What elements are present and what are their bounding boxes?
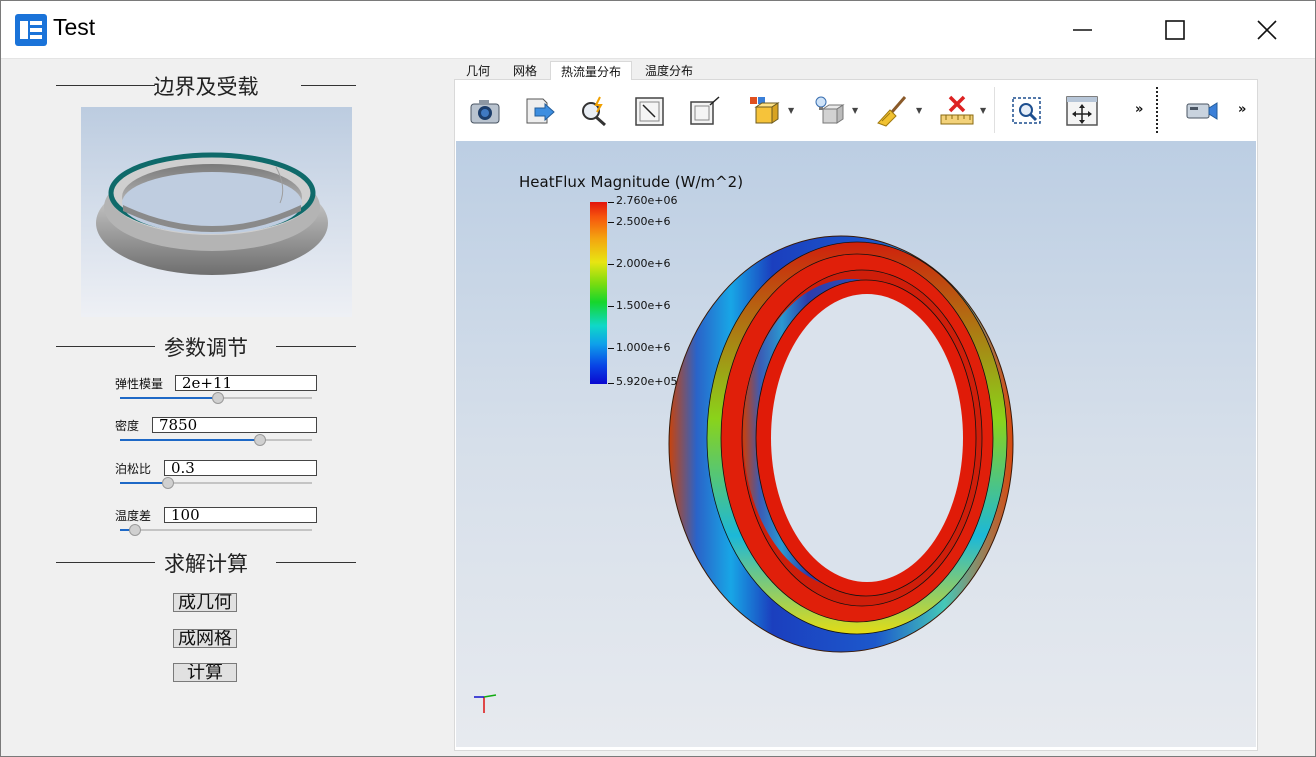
- tab-mesh[interactable]: 网格: [502, 61, 548, 80]
- color-blocks-icon[interactable]: [748, 95, 782, 127]
- slider-thumb[interactable]: [212, 392, 224, 404]
- poisson-ratio-input[interactable]: 0.3: [164, 460, 317, 476]
- zoom-out-icon[interactable]: [688, 95, 722, 127]
- generate-geometry-button[interactable]: 成几何: [173, 593, 237, 612]
- compute-button[interactable]: 计算: [173, 663, 237, 682]
- params-section-title: 参数调节: [164, 336, 248, 360]
- chevron-down-icon[interactable]: ▼: [788, 106, 794, 115]
- tab-temperature[interactable]: 温度分布: [636, 61, 702, 80]
- elastic-modulus-label: 弹性模量: [115, 377, 164, 391]
- slider-track: [120, 529, 312, 531]
- slider-thumb[interactable]: [162, 477, 174, 489]
- geometry-preview: [81, 107, 352, 317]
- tab-geometry[interactable]: 几何: [456, 61, 500, 80]
- minimize-icon: [1073, 29, 1092, 31]
- reset-view-icon[interactable]: [633, 95, 667, 127]
- temperature-diff-slider[interactable]: [120, 524, 312, 536]
- toolbar-grip: [1156, 87, 1158, 133]
- video-camera-icon[interactable]: [1185, 95, 1219, 127]
- more-tools-button[interactable]: »: [1135, 102, 1143, 117]
- chevron-down-icon[interactable]: ▼: [916, 106, 922, 115]
- solve-section-title: 求解计算: [164, 552, 248, 576]
- camera-icon[interactable]: [468, 95, 502, 127]
- toolbar-separator: [994, 87, 995, 133]
- slider-fill: [120, 439, 260, 441]
- legend-title: HeatFlux Magnitude (W/m^2): [519, 173, 744, 191]
- legend-tick: [608, 306, 614, 307]
- maximize-button[interactable]: [1152, 1, 1198, 58]
- chevron-down-icon[interactable]: ▼: [980, 106, 986, 115]
- window-title: Test: [53, 14, 96, 40]
- poisson-ratio-label: 泊松比: [115, 462, 152, 476]
- color-scale-bar: [590, 202, 607, 384]
- light-bulb-icon[interactable]: [813, 95, 847, 127]
- view-tabs: 几何 网格 热流量分布 温度分布: [456, 61, 756, 80]
- export-icon[interactable]: [523, 95, 557, 127]
- legend-tick: [608, 222, 614, 223]
- probe-icon[interactable]: [578, 95, 612, 127]
- ruler-delete-icon[interactable]: [940, 95, 974, 127]
- title-bar: Test: [1, 1, 1315, 59]
- tab-heat-flux[interactable]: 热流量分布: [550, 61, 632, 80]
- orientation-axes: [470, 689, 500, 717]
- legend-tick: [608, 264, 614, 265]
- minimize-button[interactable]: [1060, 1, 1106, 58]
- boundary-section-header: 边界及受载: [56, 71, 356, 101]
- app-window: Test 边界及受载 参数调节 弹性模量 2e+11 密度 7850 泊松比 0…: [0, 0, 1316, 757]
- poisson-ratio-slider[interactable]: [120, 477, 312, 489]
- generate-mesh-button[interactable]: 成网格: [173, 629, 237, 648]
- slider-thumb[interactable]: [129, 524, 141, 536]
- elastic-modulus-slider[interactable]: [120, 392, 312, 404]
- close-button[interactable]: [1244, 1, 1290, 58]
- fit-view-icon[interactable]: [1065, 95, 1099, 127]
- more-tools-button-2[interactable]: »: [1238, 102, 1246, 117]
- solve-section-header: 求解计算: [56, 548, 356, 578]
- clean-brush-icon[interactable]: [876, 95, 910, 127]
- density-slider[interactable]: [120, 434, 312, 446]
- close-icon: [1257, 20, 1277, 40]
- zoom-box-icon[interactable]: [1010, 95, 1044, 127]
- legend-max-label: 2.760e+06: [616, 194, 678, 207]
- slider-fill: [120, 397, 218, 399]
- chevron-down-icon[interactable]: ▼: [852, 106, 858, 115]
- slider-fill: [120, 482, 168, 484]
- legend-tick: [608, 202, 614, 203]
- elastic-modulus-input[interactable]: 2e+11: [175, 375, 317, 391]
- app-icon: [15, 14, 47, 46]
- legend-tick: [608, 383, 614, 384]
- density-label: 密度: [115, 419, 140, 433]
- slider-thumb[interactable]: [254, 434, 266, 446]
- density-input[interactable]: 7850: [152, 417, 317, 433]
- render-viewport[interactable]: HeatFlux Magnitude (W/m^2) 2.760e+06 2.5…: [456, 141, 1256, 747]
- boundary-section-title: 边界及受载: [153, 75, 259, 99]
- heat-flux-ring-model[interactable]: [661, 226, 1056, 661]
- maximize-icon: [1165, 20, 1185, 40]
- legend-tick: [608, 348, 614, 349]
- temperature-diff-input[interactable]: 100: [164, 507, 317, 523]
- temperature-diff-label: 温度差: [115, 509, 152, 523]
- params-section-header: 参数调节: [56, 332, 356, 362]
- viewer-toolbar: ▼ ▼ ▼ ▼ » »: [456, 81, 1256, 141]
